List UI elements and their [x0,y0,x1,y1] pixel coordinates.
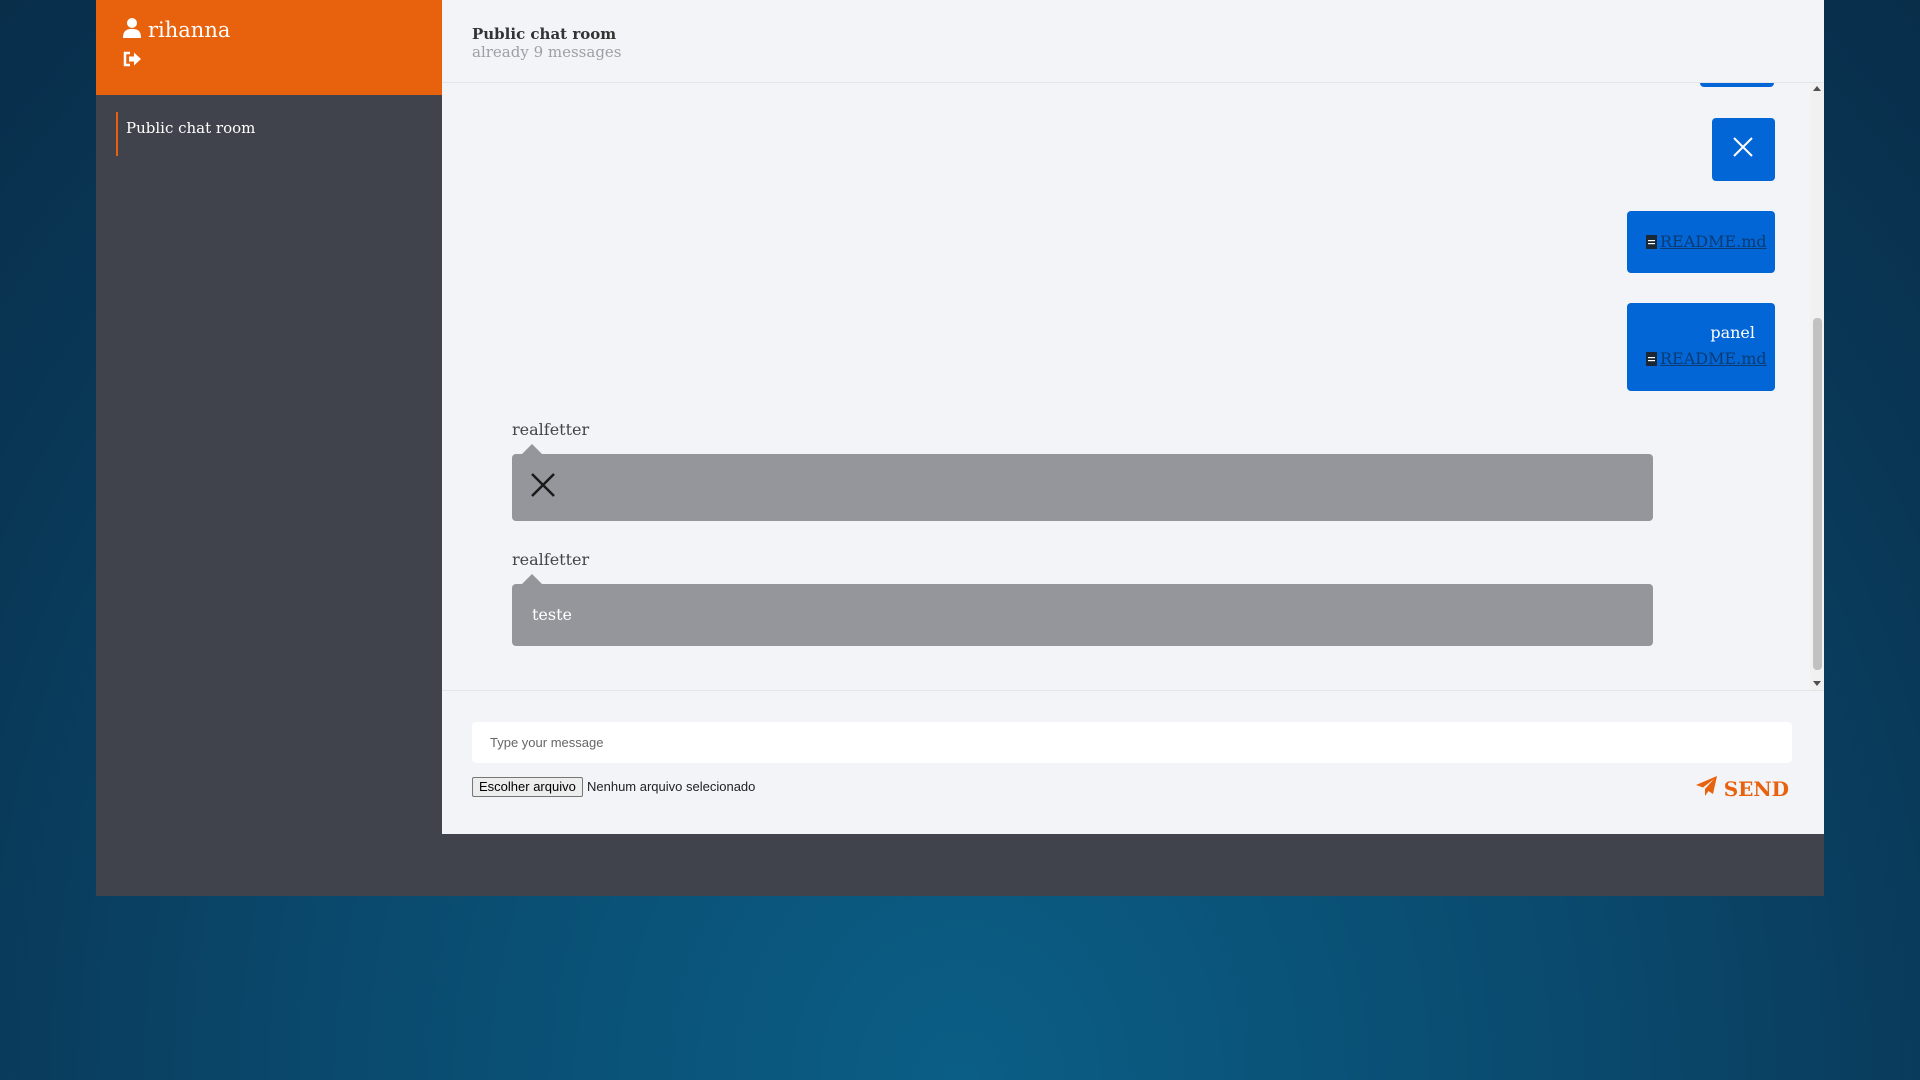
scroll-thumb[interactable] [1813,318,1822,670]
user-header: rihanna [96,0,442,95]
message-text: panel [1710,323,1755,342]
sign-out-icon[interactable] [122,50,142,72]
message-count: already 9 messages [472,43,622,61]
message-sender: realfetter [512,420,590,439]
message-list[interactable]: README.md panel README.md realfetter rea… [442,83,1824,691]
file-link[interactable]: README.md [1646,349,1767,368]
chat-panel: Public chat room already 9 messages READ… [442,0,1824,834]
close-icon [530,472,556,502]
paper-plane-icon [1695,776,1718,801]
chat-title: Public chat room [472,25,617,43]
file-status: Nenhum arquivo selecionado [587,779,756,794]
message-text: teste [532,605,573,624]
file-icon [1646,351,1657,366]
close-icon [1732,136,1754,162]
room-label: Public chat room [126,119,256,137]
other-message-text: teste [512,574,1653,646]
message-composer: Escolher arquivo Nenhum arquivo selecion… [442,691,1824,834]
own-message-text-file: panel README.md [1627,303,1775,391]
sidebar-item-public-chat-room[interactable]: Public chat room [116,112,255,156]
bubble-tip [522,444,542,454]
file-icon [1646,234,1657,249]
sidebar: rihanna Public chat room [96,0,442,896]
chat-header: Public chat room already 9 messages [442,0,1824,83]
own-message-image[interactable] [1712,118,1775,181]
send-label: SEND [1723,776,1789,801]
own-message-file: README.md [1627,211,1775,273]
user-icon [122,17,142,43]
other-message-image[interactable] [512,444,1653,521]
file-link[interactable]: README.md [1646,232,1767,251]
file-name: README.md [1660,232,1767,251]
message-input[interactable] [472,722,1792,763]
scroll-up-icon[interactable] [1813,86,1821,91]
bubble-tip [522,574,542,584]
username: rihanna [148,18,231,42]
scroll-down-icon[interactable] [1813,681,1821,686]
message-sender: realfetter [512,550,590,569]
chat-app: rihanna Public chat room Public chat roo… [96,0,1824,896]
user-info: rihanna [122,17,230,43]
messages-scrollbar[interactable] [1810,83,1824,690]
choose-file-button[interactable]: Escolher arquivo [472,777,583,797]
send-button[interactable]: SEND [1695,776,1789,801]
file-name: README.md [1660,349,1767,368]
own-message-partial [1700,83,1774,87]
